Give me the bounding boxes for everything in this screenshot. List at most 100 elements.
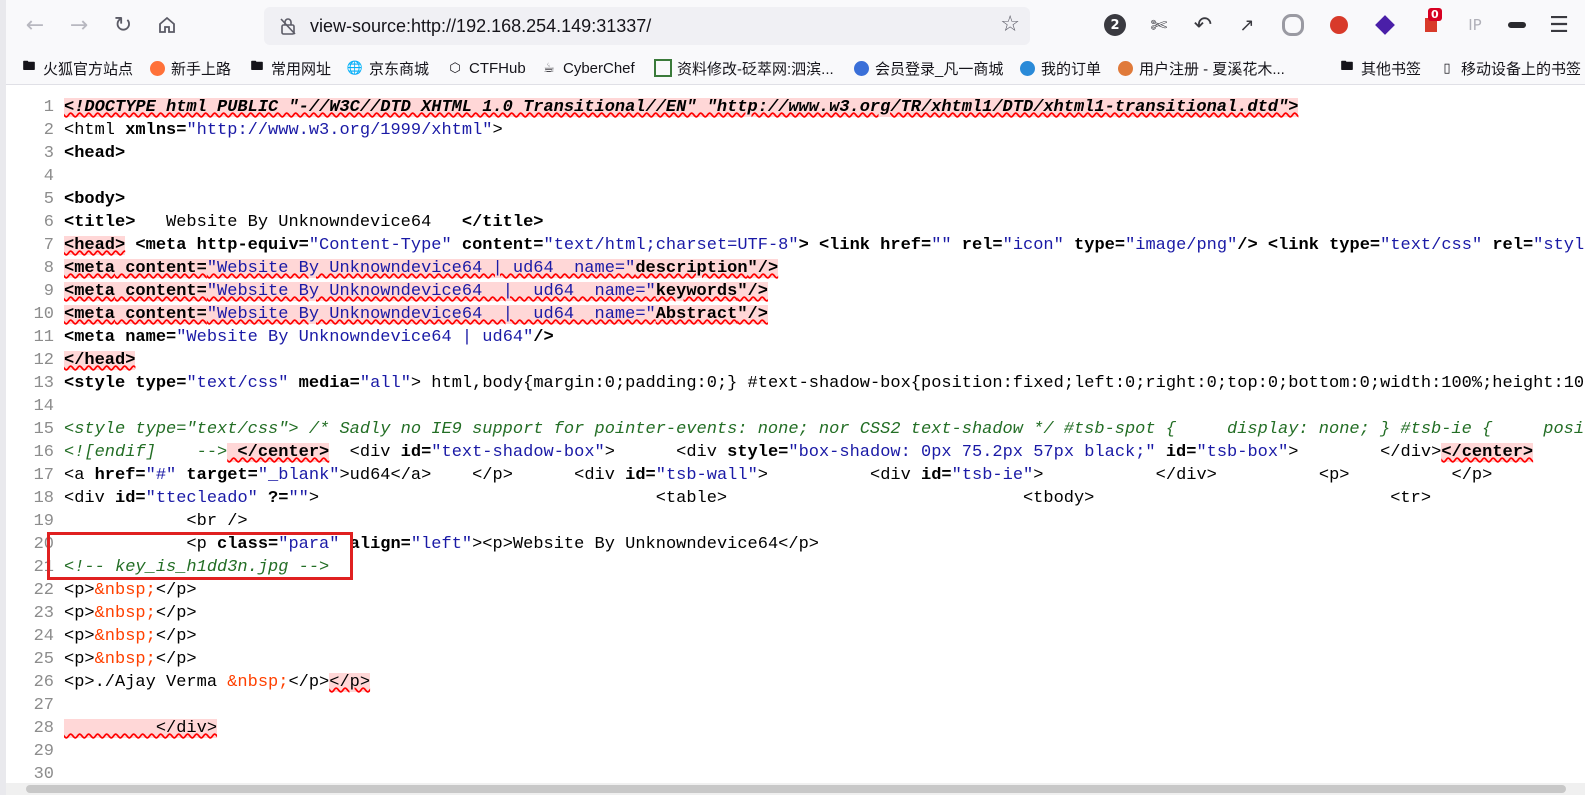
record-icon[interactable]	[1280, 12, 1306, 38]
menu-icon[interactable]: ☰	[1546, 12, 1572, 38]
source-line: <div id="ttecleado" ?=""> <table> <tbody…	[64, 489, 1432, 508]
source-line: <p>&nbsp;</p>	[64, 627, 197, 646]
bookmark-item[interactable]: 🖿 其他书签	[1338, 58, 1421, 78]
line-number: 5	[43, 190, 54, 209]
source-line: <meta content="Website By Unknowndevice6…	[64, 305, 768, 324]
line-number: 15	[33, 420, 54, 439]
badge-count-icon: 2	[1104, 14, 1126, 36]
bookmark-item[interactable]: 资料修改-砭萃网:泗滨...	[654, 58, 834, 78]
line-number: 30	[33, 765, 54, 784]
line-number: 23	[33, 604, 54, 623]
source-line: </head>	[64, 351, 136, 370]
site-icon	[1116, 59, 1134, 77]
line-number: 1	[43, 98, 54, 117]
bookmark-item[interactable]: 会员登录_凡一商城	[852, 58, 1003, 78]
adblock-icon[interactable]	[1326, 12, 1352, 38]
line-number: 18	[33, 489, 54, 508]
source-line: <p>&nbsp;</p>	[64, 604, 197, 623]
source-line: <head> <meta http-equiv="Content-Type" c…	[64, 236, 1585, 255]
extension-badge-button[interactable]: 2	[1102, 12, 1128, 38]
line-number: 3	[43, 144, 54, 163]
bookmark-item[interactable]: 我的订单	[1018, 58, 1101, 78]
notification-icon[interactable]: 0	[1418, 8, 1444, 38]
diamond-extension-icon[interactable]	[1372, 12, 1398, 38]
line-number: 24	[33, 627, 54, 646]
line-number: 11	[33, 328, 54, 347]
source-line: <br />	[64, 512, 248, 531]
line-number: 28	[33, 719, 54, 738]
line-number: 13	[33, 374, 54, 393]
bookmarks-bar: 🖿 火狐官方站点 新手上路 🖿 常用网址 🌐 京东商城 ⬡ CTFHub ☕ CyberC…	[6, 52, 1585, 85]
source-line: <meta name="Website By Unknowndevice64 |…	[64, 328, 554, 347]
line-number: 7	[43, 236, 54, 255]
forward-arrow-icon: →	[69, 12, 89, 38]
bookmark-item[interactable]: 🖿 火狐官方站点	[20, 58, 133, 78]
line-number: 25	[33, 650, 54, 669]
source-line: <title> Website By Unknowndevice64 </tit…	[64, 213, 544, 232]
back-button[interactable]: ←	[18, 8, 52, 42]
url-text[interactable]: view-source:http://192.168.254.149:31337…	[310, 16, 651, 37]
hat-extension-icon[interactable]	[1504, 12, 1530, 38]
chef-icon: ☕	[543, 60, 555, 76]
share-icon[interactable]: ↗	[1234, 12, 1260, 38]
folder-icon: 🖿	[22, 59, 36, 74]
line-number: 14	[33, 397, 54, 416]
ctfhub-icon: ⬡	[449, 60, 461, 76]
bookmark-item[interactable]: ⬡ CTFHub	[446, 58, 525, 78]
bookmark-item[interactable]: 用户注册 - 夏溪花木...	[1116, 58, 1285, 78]
bookmark-item[interactable]: 🌐 京东商城	[346, 58, 429, 78]
mobile-icon: ▯	[1443, 60, 1451, 76]
source-line: <meta content="Website By Unknowndevice6…	[64, 259, 779, 278]
bookmark-item[interactable]: 🖿 常用网址	[248, 58, 331, 78]
ip-extension-icon[interactable]: IP	[1462, 12, 1488, 38]
bookmark-star-icon[interactable]: ☆	[1000, 12, 1020, 37]
source-line: <body>	[64, 190, 126, 209]
source-line: <html xmlns="http://www.w3.org/1999/xhtm…	[64, 121, 503, 140]
source-line: <style type="text/css" media="all"> html…	[64, 374, 1585, 393]
back-arrow-icon: ←	[25, 12, 45, 38]
source-line: <meta content="Website By Unknowndevice6…	[64, 282, 768, 301]
url-bar[interactable]: view-source:http://192.168.254.149:31337…	[264, 7, 1030, 45]
source-line: <p>&nbsp;</p>	[64, 581, 197, 600]
bookmark-item[interactable]: ☕ CyberChef	[540, 58, 635, 78]
line-number: 6	[43, 213, 54, 232]
source-line: <a href="#" target="_blank">ud64</a> </p…	[64, 466, 1493, 485]
notification-count: 0	[1428, 8, 1442, 21]
line-number: 22	[33, 581, 54, 600]
crop-icon[interactable]: ✄	[1146, 12, 1172, 38]
line-number: 9	[43, 282, 54, 301]
line-number: 4	[43, 167, 54, 186]
home-button[interactable]	[150, 8, 184, 42]
insecure-lock-icon	[280, 18, 296, 35]
line-number: 29	[33, 742, 54, 761]
reload-icon: ↻	[113, 12, 133, 38]
firefox-icon	[148, 59, 166, 77]
browser-toolbar: ← → ↻ view-source:http://192.168.254.149…	[6, 0, 1585, 52]
site-icon	[1018, 59, 1036, 77]
line-number: 19	[33, 512, 54, 531]
source-line: <style type="text/css"> /* Sadly no IE9 …	[64, 420, 1585, 439]
line-number: 2	[43, 121, 54, 140]
source-line: </div>	[64, 719, 218, 738]
source-line: <head>	[64, 144, 126, 163]
source-line: <!DOCTYPE html PUBLIC "-//W3C//DTD XHTML…	[64, 98, 1299, 117]
reload-button[interactable]: ↻	[106, 8, 140, 42]
line-number: 8	[43, 259, 54, 278]
source-line: <p>./Ajay Verma &nbsp;</p></p>	[64, 673, 371, 692]
source-line: <![endif] --> </center> <div id="text-sh…	[64, 443, 1534, 462]
bookmark-item[interactable]: 新手上路	[148, 58, 231, 78]
home-icon	[159, 16, 175, 33]
undo-icon[interactable]: ↶	[1190, 12, 1216, 38]
site-icon	[654, 59, 672, 77]
globe-icon: 🌐	[346, 60, 364, 76]
line-number: 17	[33, 466, 54, 485]
line-number: 10	[33, 305, 54, 324]
bookmark-item[interactable]: ▯ 移动设备上的书签	[1438, 58, 1581, 78]
folder-icon: 🖿	[250, 59, 264, 74]
source-view[interactable]: 1 2 3 4 5 6 7 8 9 10 11 12 13 14 15 16 17 18 19 20 21 22 23 24 2…	[6, 85, 1585, 785]
horizontal-scrollbar[interactable]	[6, 783, 1585, 795]
scrollbar-thumb[interactable]	[26, 785, 1566, 793]
line-number: 12	[33, 351, 54, 370]
line-number: 27	[33, 696, 54, 715]
forward-button[interactable]: →	[62, 8, 96, 42]
